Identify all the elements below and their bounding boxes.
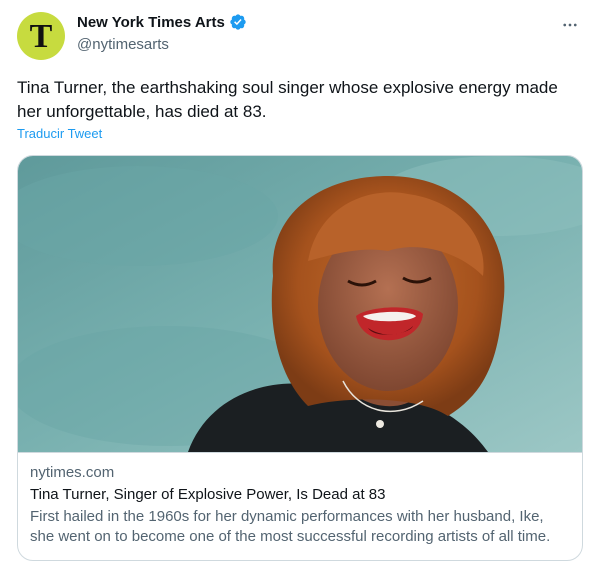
verified-badge-icon bbox=[230, 14, 246, 30]
more-horizontal-icon bbox=[563, 23, 577, 27]
tweet-text: Tina Turner, the earthshaking soul singe… bbox=[17, 78, 558, 121]
card-text[interactable]: nytimes.com Tina Turner, Singer of Explo… bbox=[18, 452, 582, 560]
avatar[interactable]: T bbox=[17, 12, 65, 60]
author-name-row[interactable]: New York Times Arts bbox=[77, 13, 247, 31]
translate-tweet-link[interactable]: Traducir Tweet bbox=[17, 126, 102, 141]
author-name[interactable]: New York Times Arts bbox=[77, 14, 225, 31]
tweet: T New York Times Arts @nytimesarts Tina … bbox=[0, 0, 599, 576]
card-description: First hailed in the 1960s for her dynami… bbox=[30, 508, 551, 545]
card-domain: nytimes.com bbox=[30, 464, 115, 481]
more-options-button[interactable] bbox=[555, 10, 585, 40]
link-preview-card[interactable]: nytimes.com Tina Turner, Singer of Explo… bbox=[17, 155, 583, 561]
nyt-logo-icon: T bbox=[29, 18, 53, 55]
author-handle[interactable]: @nytimesarts bbox=[77, 36, 169, 53]
article-photo[interactable] bbox=[18, 156, 582, 452]
card-title: Tina Turner, Singer of Explosive Power, … bbox=[30, 486, 386, 503]
